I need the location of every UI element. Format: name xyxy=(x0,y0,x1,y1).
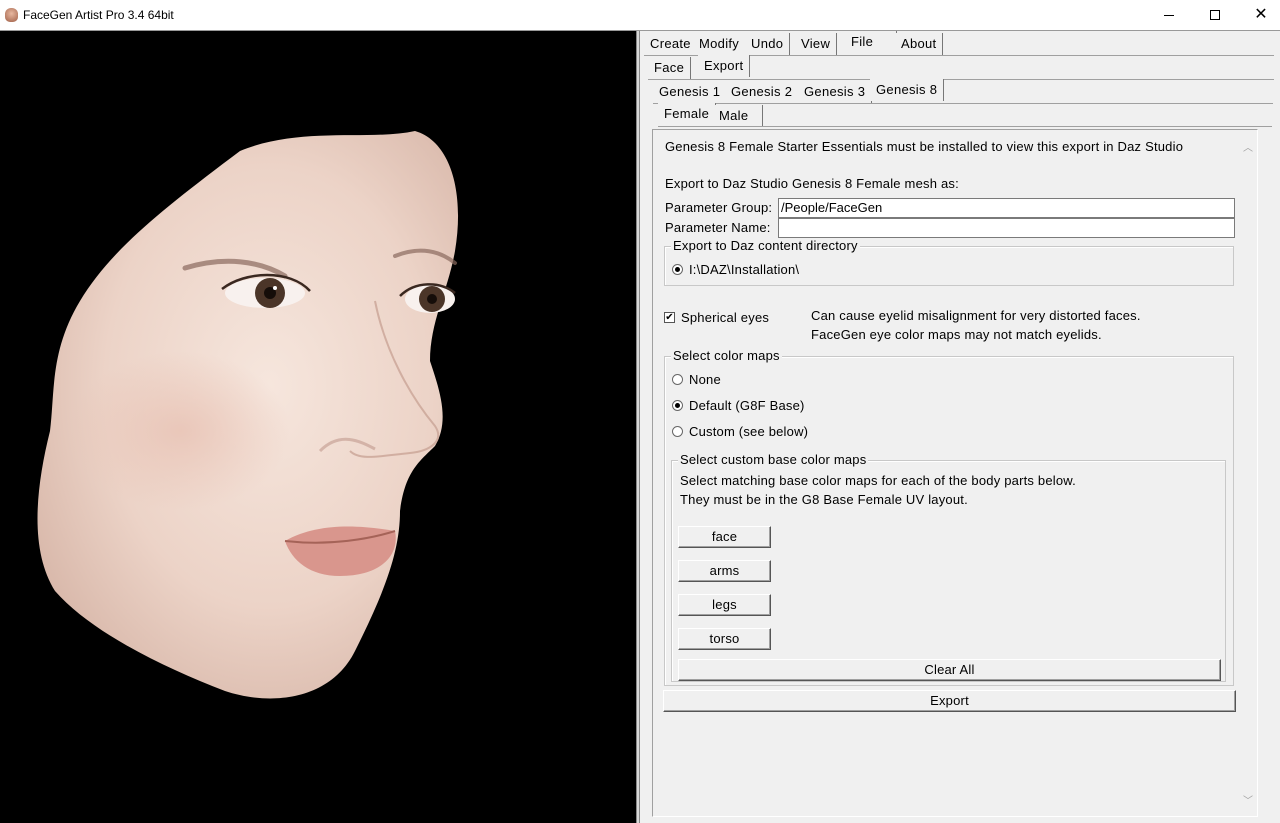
tab-genesis-1[interactable]: Genesis 1 xyxy=(653,81,728,103)
custom-maps-description: Select matching base color maps for each… xyxy=(680,473,1076,488)
color-maps-title: Select color maps xyxy=(671,348,782,363)
color-map-none-label[interactable]: None xyxy=(689,372,721,387)
tab-genesis-3[interactable]: Genesis 3 xyxy=(798,81,873,103)
title-bar: FaceGen Artist Pro 3.4 64bit ✕ xyxy=(0,0,1280,30)
tab-separator xyxy=(648,79,1274,80)
tab-undo[interactable]: Undo xyxy=(745,33,791,55)
mesh-label: Export to Daz Studio Genesis 8 Female me… xyxy=(665,176,959,191)
tab-female[interactable]: Female xyxy=(658,103,717,125)
3d-viewport[interactable] xyxy=(0,31,636,823)
tab-separator xyxy=(653,103,1273,104)
close-icon: ✕ xyxy=(1254,6,1268,23)
arms-map-button[interactable]: arms xyxy=(678,560,771,582)
window-title: FaceGen Artist Pro 3.4 64bit xyxy=(23,8,174,22)
parameter-name-input[interactable] xyxy=(778,218,1235,238)
content-dir-radio[interactable] xyxy=(672,264,683,275)
scroll-up-icon[interactable]: ︿ xyxy=(1243,139,1253,154)
tab-export[interactable]: Export xyxy=(698,55,751,77)
close-button[interactable]: ✕ xyxy=(1238,0,1280,30)
spherical-eyes-note: Can cause eyelid misalignment for very d… xyxy=(811,308,1141,323)
parameter-group-label: Parameter Group: xyxy=(665,200,773,215)
spherical-eyes-label[interactable]: Spherical eyes xyxy=(681,310,769,325)
legs-map-button[interactable]: legs xyxy=(678,594,771,616)
content-directory-title: Export to Daz content directory xyxy=(671,238,860,253)
spherical-eyes-note: FaceGen eye color maps may not match eye… xyxy=(811,327,1102,342)
face-map-button[interactable]: face xyxy=(678,526,771,548)
color-map-default-label[interactable]: Default (G8F Base) xyxy=(689,398,805,413)
maximize-icon xyxy=(1210,10,1220,20)
tab-view[interactable]: View xyxy=(795,33,838,55)
color-map-default-radio[interactable] xyxy=(672,400,683,411)
face-render xyxy=(37,131,459,699)
tab-face[interactable]: Face xyxy=(648,57,692,79)
tab-male[interactable]: Male xyxy=(713,105,763,127)
color-map-custom-radio[interactable] xyxy=(672,426,683,437)
app-icon xyxy=(5,8,18,22)
tab-separator xyxy=(658,126,1272,127)
content-dir-path[interactable]: I:\DAZ\Installation\ xyxy=(689,262,799,277)
export-button[interactable]: Export xyxy=(663,690,1236,712)
tab-modify[interactable]: Modify xyxy=(693,33,747,55)
tab-create[interactable]: Create xyxy=(644,33,698,55)
custom-color-maps-title: Select custom base color maps xyxy=(678,452,869,467)
starter-essentials-notice: Genesis 8 Female Starter Essentials must… xyxy=(665,139,1184,154)
scroll-down-icon[interactable]: ﹀ xyxy=(1243,792,1253,807)
color-map-custom-label[interactable]: Custom (see below) xyxy=(689,424,808,439)
minimize-icon xyxy=(1164,15,1174,16)
parameter-group-input[interactable]: /People/FaceGen xyxy=(778,198,1235,218)
spherical-eyes-checkbox[interactable]: ✔ xyxy=(664,312,675,323)
maximize-button[interactable] xyxy=(1192,0,1238,30)
tab-genesis-8[interactable]: Genesis 8 xyxy=(870,79,945,101)
torso-map-button[interactable]: torso xyxy=(678,628,771,650)
color-map-none-radio[interactable] xyxy=(672,374,683,385)
custom-maps-description: They must be in the G8 Base Female UV la… xyxy=(680,492,968,507)
tab-file[interactable]: File xyxy=(845,31,897,53)
parameter-name-label: Parameter Name: xyxy=(665,220,771,235)
tab-genesis-2[interactable]: Genesis 2 xyxy=(725,81,800,103)
tab-about[interactable]: About xyxy=(895,33,944,55)
minimize-button[interactable] xyxy=(1146,0,1192,30)
clear-all-button[interactable]: Clear All xyxy=(678,659,1221,681)
